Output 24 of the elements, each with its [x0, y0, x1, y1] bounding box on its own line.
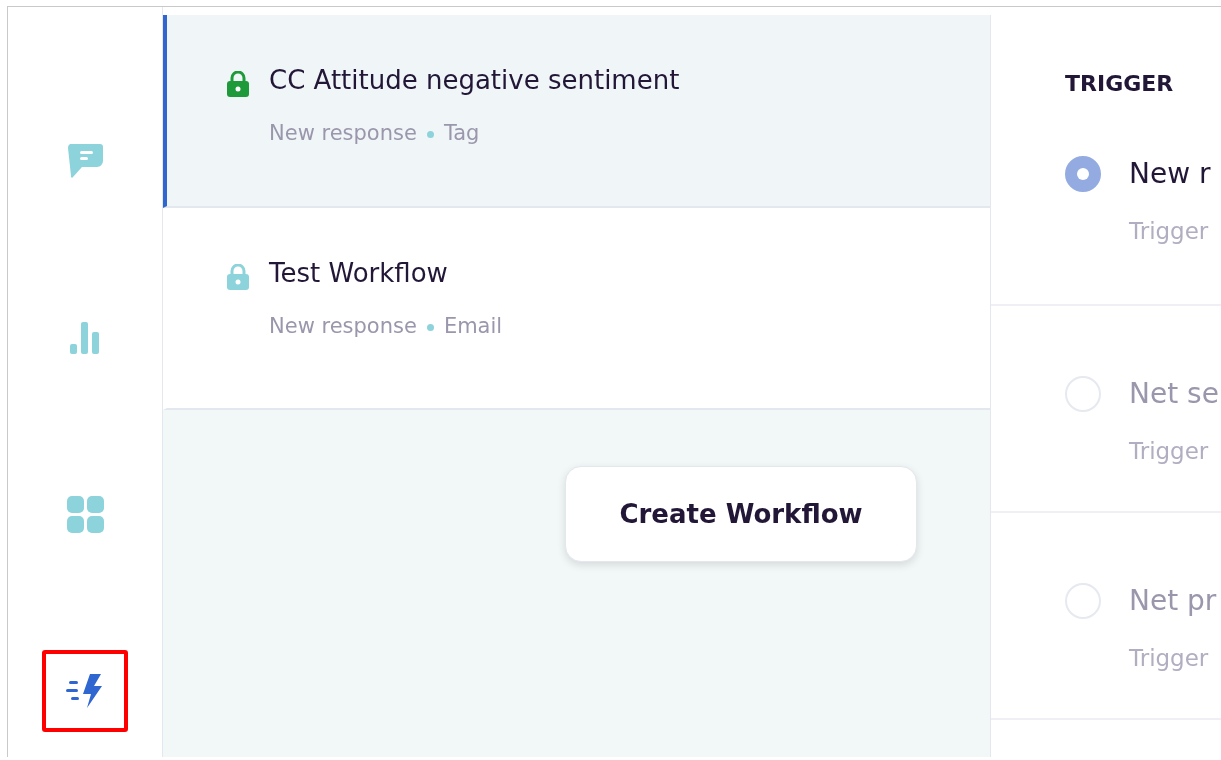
section-heading: TRIGGER — [1065, 70, 1175, 98]
workflow-title: CC Attitude negative sentiment — [269, 65, 680, 97]
trigger-text: New response — [269, 121, 417, 146]
option-description: Trigger — [1129, 217, 1210, 246]
workflow-title: Test Workflow — [269, 258, 449, 290]
lightning-bolt-icon — [66, 674, 104, 708]
nav-button[interactable] — [42, 650, 128, 732]
workflow-row[interactable]: CC Attitude negative sentiment New response Tag — [163, 15, 990, 208]
bar-chart-icon — [68, 320, 102, 354]
chat-bubble-icon — [66, 142, 104, 178]
create-workflow-button[interactable]: Create Workflow — [565, 466, 917, 562]
grid-icon — [66, 495, 104, 533]
trigger-text: New response — [269, 314, 417, 339]
option-description: Trigger — [1129, 437, 1210, 466]
action-text: Email — [443, 314, 503, 339]
action-text: Tag — [443, 121, 480, 146]
workflow-row[interactable]: Test Workflow New response Email — [163, 208, 990, 410]
option-label: Net se — [1129, 376, 1219, 412]
option-description: Trigger — [1129, 644, 1210, 673]
option-label: New r — [1129, 156, 1211, 192]
separator-dot — [426, 323, 434, 331]
radio-button[interactable] — [1065, 156, 1101, 192]
option-label: Net pr — [1129, 583, 1217, 619]
separator-dot — [426, 130, 434, 138]
